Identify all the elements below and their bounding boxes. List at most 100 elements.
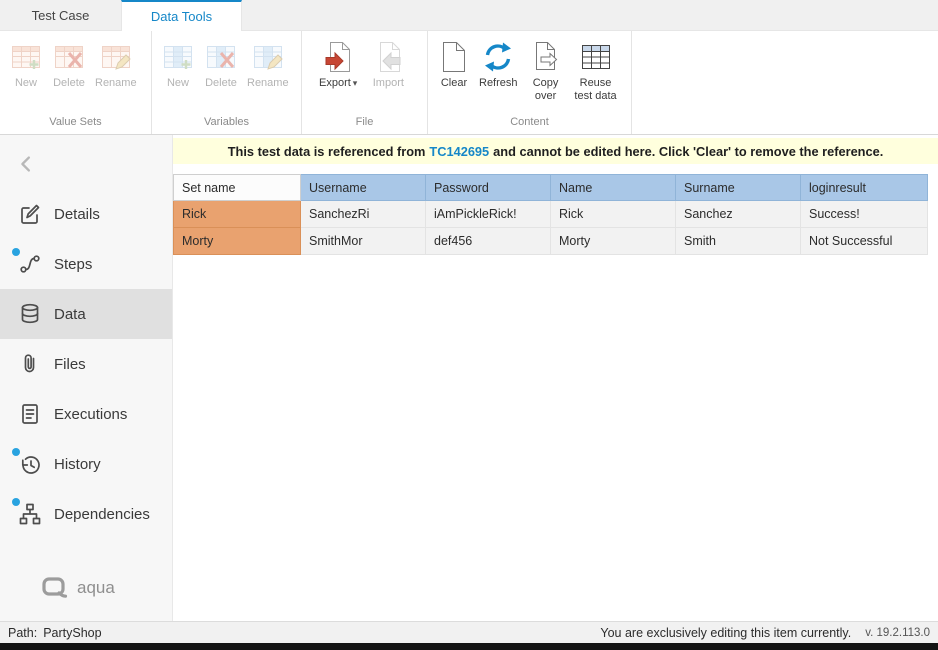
database-icon [18,302,42,326]
sidebar-item-label: Dependencies [54,506,150,523]
sidebar: Details Steps Data [0,135,173,621]
variables-delete-button[interactable]: Delete [201,38,241,90]
tab-data-tools-label: Data Tools [151,9,212,24]
column-header-name[interactable]: Name [551,175,676,201]
button-label: Refresh [479,77,518,90]
sidebar-item-data[interactable]: Data [0,289,172,339]
table-header-row: Set name Username Password Name Surname … [174,175,928,201]
paperclip-icon [18,352,42,376]
banner-text-after: and cannot be edited here. Click 'Clear'… [493,144,883,159]
column-header-surname[interactable]: Surname [676,175,801,201]
data-panel: This test data is referenced from TC1426… [173,135,938,621]
cell-name[interactable]: Morty [551,228,676,255]
sidebar-item-files[interactable]: Files [0,339,172,389]
notification-dot [12,498,20,506]
cell-surname[interactable]: Smith [676,228,801,255]
reuse-test-data-grid-icon [581,40,611,74]
sidebar-nav: Details Steps Data [0,189,172,539]
export-document-icon [323,40,353,74]
value-sets-new-button[interactable]: New [6,38,46,90]
reference-warning-banner: This test data is referenced from TC1426… [173,138,938,164]
aqua-logo: aqua [42,577,115,599]
variable-new-table-icon [163,40,193,74]
value-sets-delete-button[interactable]: Delete [49,38,89,90]
value-set-new-table-icon [11,40,41,74]
clear-document-icon [441,40,467,74]
banner-text-before: This test data is referenced from [228,144,426,159]
button-label: Clear [441,77,467,90]
sidebar-item-label: Data [54,306,86,323]
ribbon-group-value-sets: New Delete [0,31,152,134]
tab-test-case[interactable]: Test Case [0,0,121,30]
value-sets-rename-button[interactable]: Rename [92,38,140,90]
tab-test-case-label: Test Case [32,8,90,23]
refresh-icon [483,40,513,74]
table-row-rick: Rick SanchezRi iAmPickleRick! Rick Sanch… [174,201,928,228]
button-label: Copy over [528,77,564,103]
ribbon-group-label: Variables [152,116,301,128]
edit-icon [18,202,42,226]
sidebar-item-dependencies[interactable]: Dependencies [0,489,172,539]
button-label: Import [373,77,404,90]
button-label: Delete [53,77,85,90]
sidebar-item-executions[interactable]: Executions [0,389,172,439]
button-label: New [15,77,37,90]
button-label: New [167,77,189,90]
steps-path-icon [18,252,42,276]
test-case-reference-link[interactable]: TC142695 [429,144,489,159]
collapse-sidebar-button[interactable] [16,153,38,175]
variable-delete-table-icon [206,40,236,74]
column-header-set-name[interactable]: Set name [174,175,301,201]
copy-over-button[interactable]: Copy over [525,38,567,103]
column-header-loginresult[interactable]: loginresult [801,175,928,201]
clear-button[interactable]: Clear [436,38,472,103]
ribbon-tab-bar: Test Case Data Tools [0,0,938,31]
sidebar-item-steps[interactable]: Steps [0,239,172,289]
refresh-button[interactable]: Refresh [476,38,521,103]
button-label: Reuse test data [574,77,618,103]
cell-set-name[interactable]: Rick [174,201,301,228]
aqua-logo-icon [42,577,68,599]
executions-list-icon [18,402,42,426]
editing-status-message: You are exclusively editing this item cu… [600,626,851,640]
ribbon-group-label: Value Sets [0,116,151,128]
sidebar-item-label: History [54,456,101,473]
cell-surname[interactable]: Sanchez [676,201,801,228]
import-button[interactable]: Import [368,38,408,90]
cell-username[interactable]: SanchezRi [301,201,426,228]
path-label: Path: [8,626,37,640]
cell-password[interactable]: iAmPickleRick! [426,201,551,228]
dropdown-caret-icon: ▾ [353,78,358,88]
cell-username[interactable]: SmithMor [301,228,426,255]
test-data-table: Set name Username Password Name Surname … [173,174,928,255]
bottom-bar [0,643,938,650]
export-button[interactable]: Export▾ [316,38,360,90]
ribbon-group-content: Clear Refresh [428,31,632,134]
notification-dot [12,448,20,456]
import-document-icon [373,40,403,74]
variable-rename-table-icon [253,40,283,74]
ribbon-group-variables: New Delete [152,31,302,134]
path-value[interactable]: PartyShop [43,626,101,640]
chevron-left-icon [16,153,38,175]
cell-loginresult[interactable]: Not Successful [801,228,928,255]
status-bar: Path: PartyShop You are exclusively edit… [0,621,938,643]
cell-name[interactable]: Rick [551,201,676,228]
cell-loginresult[interactable]: Success! [801,201,928,228]
version-label: v. 19.2.113.0 [865,627,930,639]
sidebar-item-details[interactable]: Details [0,189,172,239]
cell-set-name[interactable]: Morty [174,228,301,255]
sidebar-item-history[interactable]: History [0,439,172,489]
value-set-rename-table-icon [101,40,131,74]
column-header-username[interactable]: Username [301,175,426,201]
variables-rename-button[interactable]: Rename [244,38,292,90]
ribbon-group-label: File [302,116,427,128]
button-label: Export [319,77,351,89]
tab-data-tools[interactable]: Data Tools [121,0,242,31]
sidebar-item-label: Files [54,356,86,373]
reuse-test-data-button[interactable]: Reuse test data [571,38,621,103]
column-header-password[interactable]: Password [426,175,551,201]
cell-password[interactable]: def456 [426,228,551,255]
variables-new-button[interactable]: New [158,38,198,90]
notification-dot [12,248,20,256]
